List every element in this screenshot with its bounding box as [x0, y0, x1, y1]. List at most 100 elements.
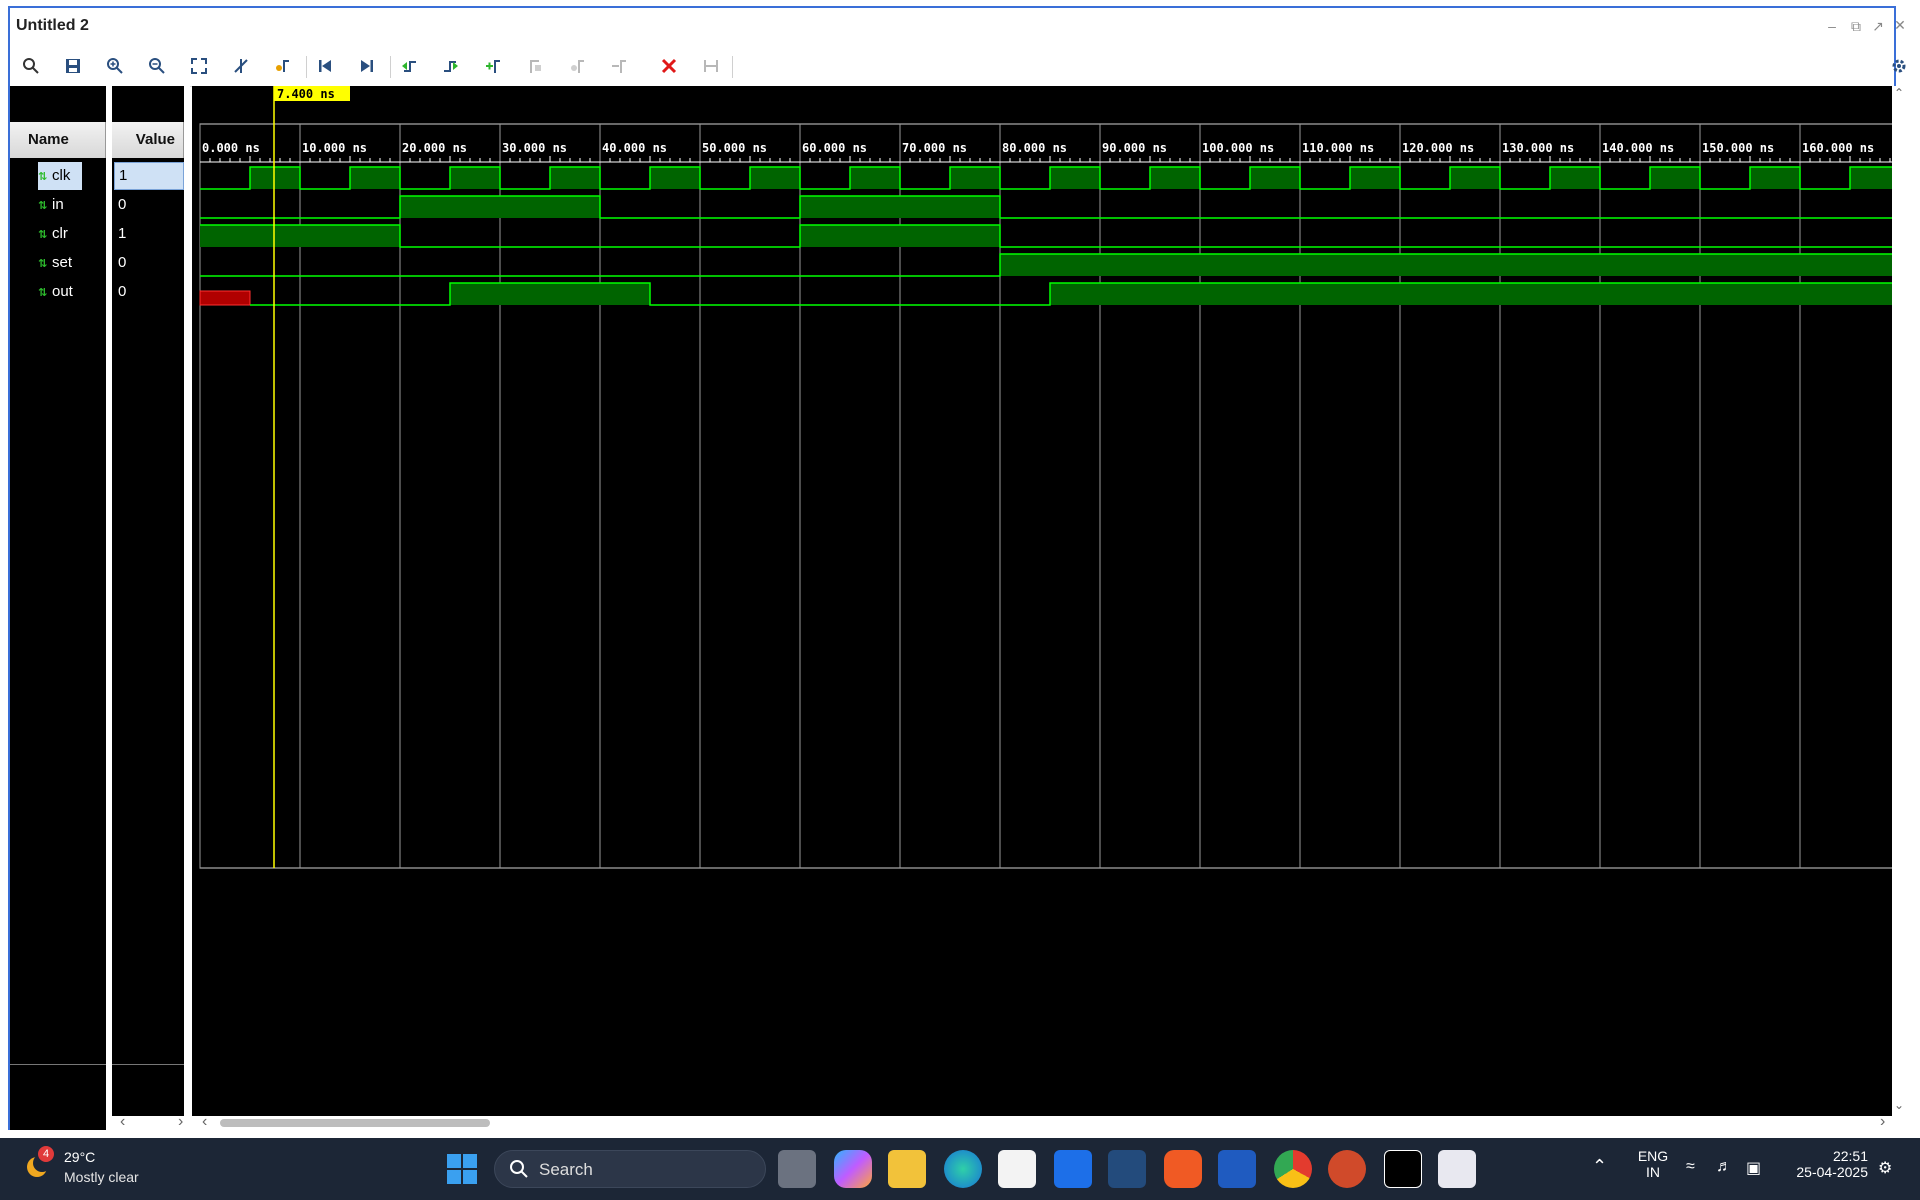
volume-icon[interactable]: ♬: [1716, 1158, 1732, 1176]
wave-scroll-right-icon[interactable]: ›: [1880, 1113, 1885, 1131]
snap-icon[interactable]: [698, 54, 724, 80]
word-icon[interactable]: [1218, 1150, 1256, 1188]
window-title: Untitled 2: [16, 17, 89, 34]
save-icon[interactable]: [60, 54, 86, 80]
clock[interactable]: 22:51 25-04-2025: [1780, 1148, 1868, 1180]
search-icon: [509, 1159, 529, 1182]
chrome-icon[interactable]: [1274, 1150, 1312, 1188]
task-view-icon[interactable]: [778, 1150, 816, 1188]
tick-label: 110.000 ns: [1302, 141, 1374, 155]
weather-desc[interactable]: Mostly clear: [64, 1169, 139, 1185]
scroll-up-icon[interactable]: ⌃: [1894, 86, 1904, 100]
store-icon[interactable]: [998, 1150, 1036, 1188]
zoom-in-icon[interactable]: [102, 54, 128, 80]
copilot-icon[interactable]: [834, 1150, 872, 1188]
snipping-tool-icon[interactable]: [1438, 1150, 1476, 1188]
search-placeholder: Search: [539, 1160, 593, 1179]
dropbox-icon[interactable]: [1054, 1150, 1092, 1188]
value-scroll-right-icon[interactable]: ›: [178, 1113, 183, 1131]
gear-icon[interactable]: [1886, 54, 1912, 80]
signal-value-panel: Value 1 0 1 0 0: [112, 86, 184, 1130]
toggle-cursor-icon[interactable]: [228, 54, 254, 80]
wave-high-out: [450, 283, 650, 305]
next-marker-icon[interactable]: [564, 54, 590, 80]
previous-transition-icon[interactable]: [396, 54, 422, 80]
vivado-icon[interactable]: [1384, 1150, 1422, 1188]
wifi-icon[interactable]: ≈: [1686, 1158, 1695, 1176]
tick-label: 100.000 ns: [1202, 141, 1274, 155]
notification-icon[interactable]: ⚙: [1878, 1158, 1892, 1178]
language-line-2: IN: [1646, 1164, 1660, 1180]
signal-value-in: 0: [118, 196, 127, 213]
vertical-scrollbar[interactable]: ⌃ ⌄: [1892, 86, 1906, 1130]
wave-high-clk: [650, 167, 700, 189]
value-scroll-left-icon[interactable]: ‹: [120, 1113, 125, 1131]
signal-value-clk[interactable]: 1: [114, 162, 184, 190]
tick-label: 160.000 ns: [1802, 141, 1874, 155]
wave-scroll-left-icon[interactable]: ‹: [202, 1113, 207, 1131]
search-icon[interactable]: [18, 54, 44, 80]
edge-icon[interactable]: [944, 1150, 982, 1188]
add-marker-icon[interactable]: [480, 54, 506, 80]
file-explorer-icon[interactable]: [888, 1150, 926, 1188]
previous-marker-icon[interactable]: [522, 54, 548, 80]
tick-label: 10.000 ns: [302, 141, 367, 155]
go-to-cursor-icon[interactable]: [270, 54, 296, 80]
weather-icon[interactable]: 4: [24, 1146, 54, 1180]
signal-bit-icon: ⇅: [38, 171, 48, 183]
signal-name-clk[interactable]: ⇅ clk: [38, 162, 82, 190]
wave-high-in: [800, 196, 1000, 218]
battery-icon[interactable]: ▣: [1746, 1158, 1761, 1178]
taskbar-search[interactable]: Search: [494, 1150, 766, 1188]
panel-divider: [10, 1064, 106, 1065]
close-icon[interactable]: ✕: [1890, 15, 1910, 35]
toolbar: [10, 46, 1906, 87]
weather-badge: 4: [38, 1146, 54, 1162]
wave-high-clk: [250, 167, 300, 189]
zoom-fit-icon[interactable]: [186, 54, 212, 80]
wave-unknown-out: [199, 290, 251, 306]
next-transition-icon[interactable]: [438, 54, 464, 80]
signal-bit-icon: ⇅: [38, 287, 48, 299]
restore-icon[interactable]: ⧉: [1846, 16, 1866, 36]
value-wave-splitter[interactable]: [184, 86, 190, 1130]
scroll-down-icon[interactable]: ⌄: [1894, 1098, 1904, 1112]
signal-name-clr[interactable]: ⇅ clr: [38, 220, 68, 248]
horizontal-scrollbar[interactable]: ‹ › ‹ ›: [112, 1113, 1892, 1131]
wave-high-in: [400, 196, 600, 218]
signal-name-in[interactable]: ⇅ in: [38, 191, 64, 219]
waveform-canvas[interactable]: 0.000 ns 10.000 ns 20.000 ns 30.000 ns 40.00…: [192, 86, 1892, 1116]
signal-value-out: 0: [118, 283, 127, 300]
go-to-time-zero-icon[interactable]: [312, 54, 338, 80]
horizontal-scroll-thumb[interactable]: [220, 1119, 490, 1127]
brave-icon[interactable]: [1164, 1150, 1202, 1188]
tick-label: 120.000 ns: [1402, 141, 1474, 155]
weather-temp[interactable]: 29°C: [64, 1149, 95, 1165]
language-line-1: ENG: [1637, 1148, 1669, 1164]
signal-name-set[interactable]: ⇅ set: [38, 249, 72, 277]
powerpoint-icon[interactable]: [1328, 1150, 1366, 1188]
wave-high-clk: [550, 167, 600, 189]
wave-high-clk: [950, 167, 1000, 189]
wave-high-clk: [1650, 167, 1700, 189]
delete-icon[interactable]: [656, 54, 682, 80]
go-to-last-time-icon[interactable]: [354, 54, 380, 80]
chevron-up-icon[interactable]: ⌃: [1592, 1156, 1607, 1177]
tick-label: 140.000 ns: [1602, 141, 1674, 155]
maximize-icon[interactable]: ↗: [1868, 16, 1888, 36]
name-column-header[interactable]: Name: [10, 122, 106, 158]
language-indicator[interactable]: ENG IN: [1634, 1148, 1672, 1180]
signal-bit-icon: ⇅: [38, 229, 48, 241]
wave-high-clk: [350, 167, 400, 189]
swap-cursors-icon[interactable]: [606, 54, 632, 80]
defender-icon[interactable]: [1108, 1150, 1146, 1188]
value-column-header[interactable]: Value: [112, 122, 184, 158]
wave-high-clk: [1850, 167, 1892, 189]
zoom-out-icon[interactable]: [144, 54, 170, 80]
panel-divider: [112, 1064, 184, 1065]
title-bar: Untitled 2 – ⧉ ↗ ✕: [10, 8, 1906, 47]
wave-trace-clr: [200, 224, 1892, 248]
signal-name-out[interactable]: ⇅ out: [38, 278, 73, 306]
windows-start-icon[interactable]: [444, 1151, 480, 1187]
minimize-icon[interactable]: –: [1822, 16, 1842, 36]
